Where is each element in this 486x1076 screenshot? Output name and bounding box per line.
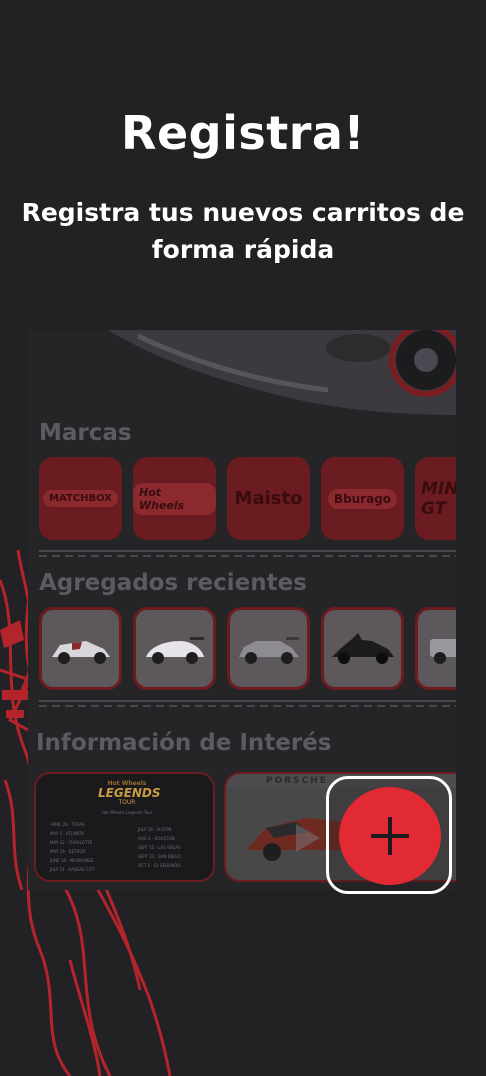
brand-tile-mini-gt[interactable]: MINI GT — [415, 457, 456, 540]
brand-tile-maisto[interactable]: Maisto — [227, 457, 310, 540]
hero-car-image — [108, 330, 456, 415]
car-icon — [331, 632, 394, 664]
brands-row: MATCHBOX Hot Wheels Maisto Bburago MINI … — [39, 457, 456, 540]
car-tile[interactable] — [415, 607, 456, 690]
recent-row — [39, 607, 456, 690]
info-card-legends[interactable]: Hot Wheels LEGENDS TOUR Hot Wheels Legen… — [34, 772, 215, 882]
car-tile[interactable] — [321, 607, 404, 690]
brand-label: Maisto — [234, 488, 303, 509]
legends-badge: Hot Wheels LEGENDS TOUR — [98, 780, 161, 806]
car-tile[interactable] — [133, 607, 216, 690]
brand-label: Hot Wheels — [133, 482, 216, 515]
porsche-label: PORSCHE — [266, 776, 328, 786]
brand-tile-matchbox[interactable]: MATCHBOX — [39, 457, 122, 540]
plus-icon — [371, 817, 409, 855]
car-icon — [429, 638, 456, 664]
brand-label: Bburago — [327, 488, 398, 509]
divider — [39, 550, 456, 557]
dates-right: JULY 28 · AUSTIN AUG 4 · HOUSTON SEPT 15… — [138, 827, 181, 868]
brand-tile-bburago[interactable]: Bburago — [321, 457, 404, 540]
section-title-info: Información de Interés — [36, 730, 332, 756]
brand-label: MATCHBOX — [43, 490, 118, 507]
section-title-brands: Marcas — [39, 420, 132, 446]
add-car-button-circle[interactable] — [339, 787, 441, 885]
page-title: Registra! — [121, 106, 365, 160]
divider — [39, 700, 456, 707]
card-heading: Hot Wheels Legends Tour — [101, 810, 153, 815]
car-tile[interactable] — [227, 607, 310, 690]
section-title-recent: Agregados recientes — [39, 570, 307, 596]
brand-label: MINI GT — [421, 478, 456, 519]
car-icon — [145, 636, 204, 664]
add-car-button[interactable] — [326, 776, 452, 894]
car-icon — [51, 640, 110, 664]
brand-tile-hot-wheels[interactable]: Hot Wheels — [133, 457, 216, 540]
dates-left: APRIL 28 · TEXAS MAY 5 · ATLANTA MAY 12 … — [50, 822, 95, 872]
car-tile[interactable] — [39, 607, 122, 690]
page-subtitle: Registra tus nuevos carritos de forma rá… — [21, 198, 465, 264]
car-icon — [238, 636, 299, 664]
